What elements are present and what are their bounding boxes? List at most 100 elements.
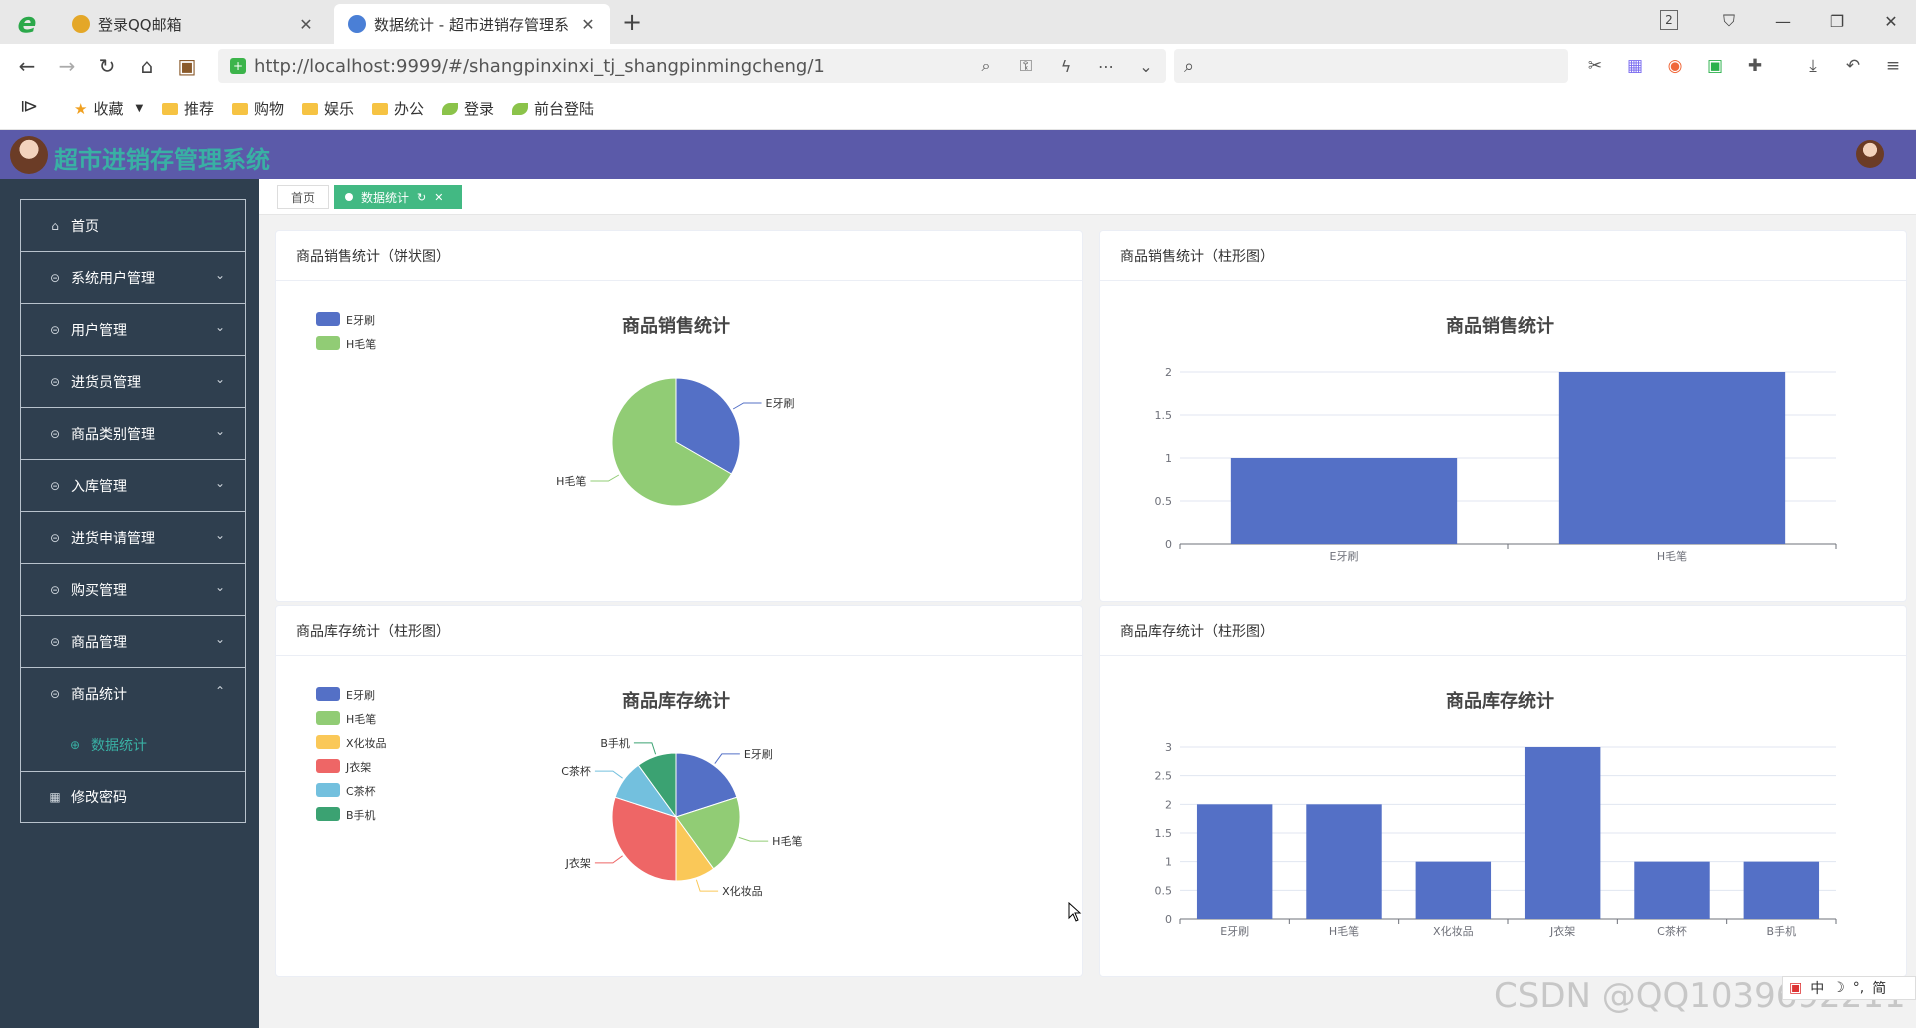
legend-swatch[interactable] <box>316 759 340 773</box>
caret-down-icon[interactable]: ▼ <box>135 103 143 114</box>
sidebar-subitem-data-stats[interactable]: ⊕ 数据统计 <box>20 719 246 771</box>
sidebar-item-product-stats[interactable]: ⊝ 商品统计 ⌃ <box>20 667 246 719</box>
tag-data-stats[interactable]: 数据统计 ↻ ✕ <box>334 185 462 209</box>
sidebar-item-purchasers[interactable]: ⊝ 进货员管理 ⌄ <box>20 355 246 407</box>
legend-label[interactable]: B手机 <box>346 808 376 822</box>
browser-tab-qqmail[interactable]: 登录QQ邮箱 ✕ <box>58 4 328 44</box>
lightning-icon[interactable]: ϟ <box>1046 57 1086 76</box>
sidebar-item-home[interactable]: ⌂ 首页 <box>20 199 246 251</box>
ime-toolbar[interactable]: ▣ 中 ☽ °, 简 <box>1782 976 1916 1000</box>
translate-icon[interactable]: ▦ <box>1622 54 1648 78</box>
legend-label[interactable]: H毛笔 <box>346 337 376 351</box>
minimize-icon[interactable]: — <box>1768 6 1798 36</box>
legend-swatch[interactable] <box>316 711 340 725</box>
zoom-icon[interactable]: ⌕ <box>966 56 1006 76</box>
window-count-badge[interactable]: 2 <box>1660 10 1678 30</box>
bar[interactable] <box>1634 861 1710 919</box>
legend-label[interactable]: J衣架 <box>345 760 371 774</box>
search-input[interactable]: ⌕ <box>1174 49 1568 83</box>
sidebar-item-categories[interactable]: ⊝ 商品类别管理 ⌄ <box>20 407 246 459</box>
bar[interactable] <box>1524 747 1601 919</box>
label-leader <box>695 879 719 892</box>
tag-home[interactable]: 首页 <box>277 185 329 209</box>
sidebar-item-label: 数据统计 <box>91 738 147 754</box>
scissors-icon[interactable]: ✂ <box>1582 54 1608 78</box>
new-tab-icon[interactable]: + <box>622 8 642 36</box>
bookmark-link[interactable]: 前台登陆 <box>512 98 594 119</box>
close-icon[interactable]: ✕ <box>298 15 314 34</box>
label-leader <box>590 474 620 482</box>
x-tick-label: X化妆品 <box>1433 924 1474 938</box>
bar[interactable] <box>1743 861 1820 919</box>
shirt-icon[interactable]: ⛉ <box>1714 6 1744 36</box>
more-icon[interactable]: ⋯ <box>1086 57 1126 76</box>
legend-swatch[interactable] <box>316 336 340 350</box>
browser-tab-active[interactable]: 数据统计 - 超市进销存管理系 ✕ <box>334 4 610 44</box>
user-avatar[interactable] <box>1856 140 1884 168</box>
back-icon[interactable]: ← <box>12 52 42 80</box>
url-field[interactable]: + http://localhost:9999/#/shangpinxinxi_… <box>218 49 1166 83</box>
moon-icon: ☽ <box>1832 980 1845 996</box>
sidebar-item-products[interactable]: ⊝ 商品管理 ⌄ <box>20 615 246 667</box>
forward-icon[interactable]: → <box>52 52 82 80</box>
briefcase-icon[interactable]: ▣ <box>172 52 202 80</box>
bar[interactable] <box>1558 372 1786 544</box>
legend-label[interactable]: X化妆品 <box>346 736 387 750</box>
undo-icon[interactable]: ↶ <box>1840 54 1866 78</box>
bookmark-link[interactable]: 登录 <box>442 98 494 119</box>
legend-label[interactable]: C茶杯 <box>346 784 376 798</box>
search-icon: ⌕ <box>1184 55 1195 77</box>
game-icon[interactable]: ◉ <box>1662 54 1688 78</box>
legend-swatch[interactable] <box>316 783 340 797</box>
chevron-down-icon: ⌄ <box>214 580 225 594</box>
reload-icon[interactable]: ↻ <box>92 52 122 80</box>
chevron-up-icon: ⌃ <box>214 684 225 698</box>
close-icon[interactable]: ✕ <box>434 191 443 204</box>
legend-label[interactable]: E牙刷 <box>346 689 375 702</box>
legend-swatch[interactable] <box>316 312 340 326</box>
sidebar-item-change-password[interactable]: ▦ 修改密码 <box>20 771 246 823</box>
home-icon[interactable]: ⌂ <box>132 52 162 80</box>
stock-bar-chart: 商品库存统计 0 0.5 1 1.5 2 2.5 3 E牙刷 H毛笔 X化妆品 J衣架 C茶杯 B手机 <box>1155 690 1837 938</box>
bar[interactable] <box>1230 458 1458 544</box>
bar[interactable] <box>1306 804 1382 919</box>
close-icon[interactable]: ✕ <box>580 15 596 34</box>
bookmark-folder[interactable]: 推荐 <box>162 98 214 119</box>
extension-icon[interactable]: ✚ <box>1742 54 1768 78</box>
favicon-icon <box>348 15 366 33</box>
x-tick-label: H毛笔 <box>1657 549 1687 563</box>
sidebar-item-users[interactable]: ⊝ 用户管理 ⌄ <box>20 303 246 355</box>
ime-script: 简 <box>1872 981 1887 997</box>
sidebar-item-stock-in[interactable]: ⊝ 入库管理 ⌄ <box>20 459 246 511</box>
sales-bar-chart: 商品销售统计 0 0.5 1 1.5 2 E牙刷 H毛笔 <box>1155 315 1837 563</box>
chevron-down-icon[interactable]: ⌄ <box>1126 57 1166 76</box>
bookmark-folder[interactable]: 办公 <box>372 98 424 119</box>
download-icon[interactable]: ⤓ <box>1800 54 1826 78</box>
sidebar-item-system-users[interactable]: ⊝ 系统用户管理 ⌄ <box>20 251 246 303</box>
legend-swatch[interactable] <box>316 807 340 821</box>
legend-swatch[interactable] <box>316 735 340 749</box>
key-icon[interactable]: ⚿ <box>1006 56 1046 76</box>
sidebar-toggle-icon[interactable]: ⧐ <box>20 96 38 117</box>
legend-label[interactable]: E牙刷 <box>346 314 375 327</box>
refresh-icon[interactable]: ↻ <box>417 191 426 204</box>
sidebar-item-purchases[interactable]: ⊝ 购买管理 ⌄ <box>20 563 246 615</box>
sidebar-item-purchase-requests[interactable]: ⊝ 进货申请管理 ⌄ <box>20 511 246 563</box>
x-tick-label: B手机 <box>1767 924 1797 938</box>
menu-icon[interactable]: ≡ <box>1880 54 1906 78</box>
restore-icon[interactable]: ❐ <box>1822 6 1852 36</box>
reader-icon[interactable]: ▣ <box>1702 54 1728 78</box>
bar[interactable] <box>1196 804 1273 919</box>
legend-swatch[interactable] <box>316 687 340 701</box>
chevron-down-icon: ⌄ <box>214 528 225 542</box>
chart-title: 商品库存统计 <box>1446 690 1554 712</box>
bookmark-favorites[interactable]: ★ 收藏 ▼ <box>74 98 143 119</box>
bookmark-folder[interactable]: 购物 <box>232 98 284 119</box>
bookmark-folder[interactable]: 娱乐 <box>302 98 354 119</box>
legend-label[interactable]: H毛笔 <box>346 712 376 726</box>
folder-icon <box>232 102 248 115</box>
y-tick-label: 0.5 <box>1155 884 1173 897</box>
bar[interactable] <box>1415 861 1492 919</box>
close-window-icon[interactable]: ✕ <box>1876 6 1906 36</box>
chevron-down-icon: ⌄ <box>214 372 225 386</box>
